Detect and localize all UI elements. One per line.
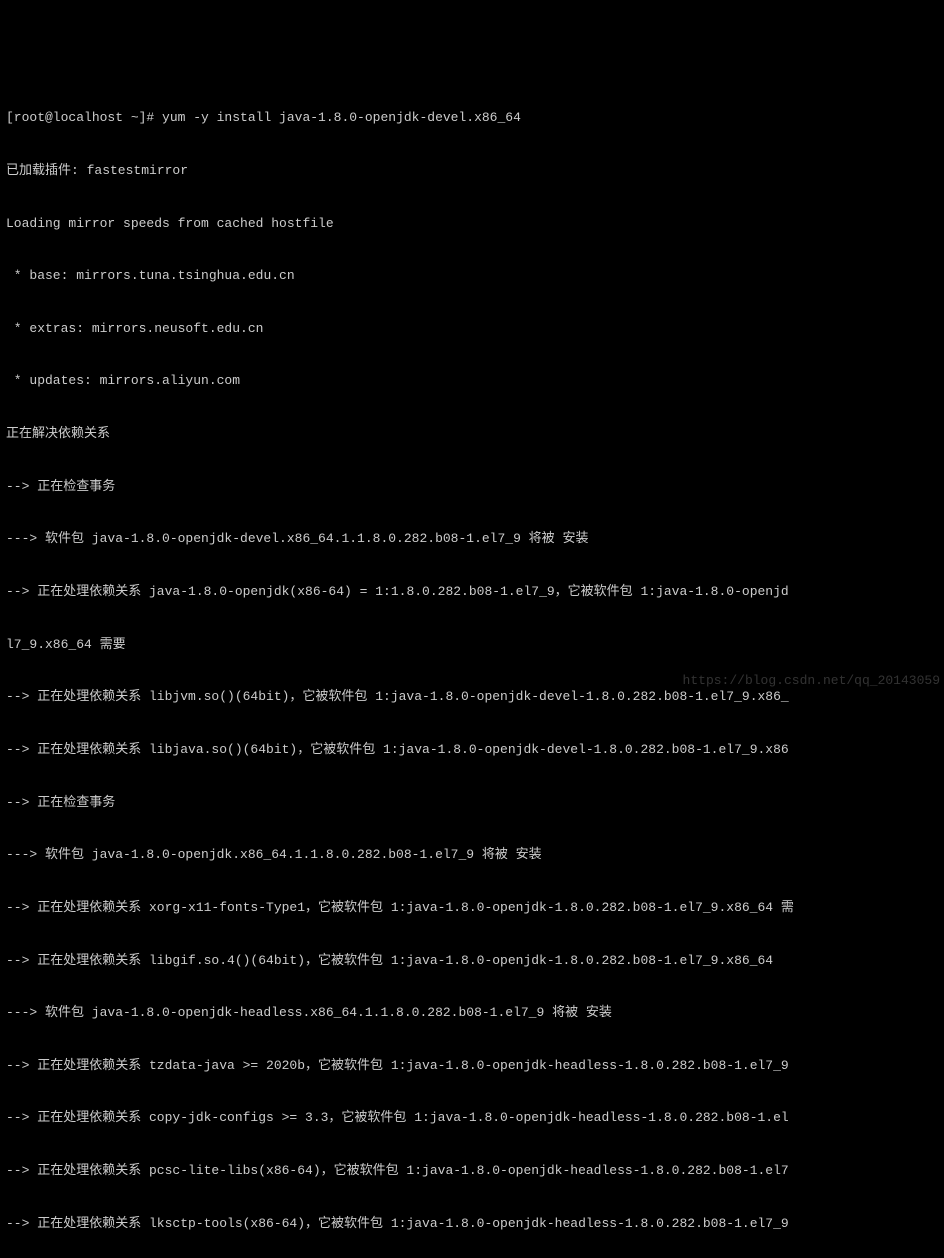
terminal-line: ---> 软件包 java-1.8.0-openjdk-devel.x86_64… — [6, 530, 944, 548]
terminal-line: --> 正在处理依赖关系 pcsc-lite-libs(x86-64)，它被软件… — [6, 1162, 944, 1180]
terminal-line: * updates: mirrors.aliyun.com — [6, 372, 944, 390]
terminal-line: --> 正在处理依赖关系 libjvm.so()(64bit)，它被软件包 1:… — [6, 688, 944, 706]
terminal-line: --> 正在处理依赖关系 java-1.8.0-openjdk(x86-64) … — [6, 583, 944, 601]
terminal-line: ---> 软件包 java-1.8.0-openjdk.x86_64.1.1.8… — [6, 846, 944, 864]
terminal-line: * extras: mirrors.neusoft.edu.cn — [6, 320, 944, 338]
terminal-line: l7_9.x86_64 需要 — [6, 636, 944, 654]
terminal-line: --> 正在检查事务 — [6, 478, 944, 496]
terminal-line: [root@localhost ~]# yum -y install java-… — [6, 109, 944, 127]
terminal-line: --> 正在处理依赖关系 tzdata-java >= 2020b，它被软件包 … — [6, 1057, 944, 1075]
watermark-text: https://blog.csdn.net/qq_20143059 — [683, 672, 940, 690]
terminal-line: --> 正在处理依赖关系 libgif.so.4()(64bit)，它被软件包 … — [6, 952, 944, 970]
terminal-line: --> 正在处理依赖关系 xorg-x11-fonts-Type1，它被软件包 … — [6, 899, 944, 917]
terminal-line: 正在解决依赖关系 — [6, 425, 944, 443]
terminal-line: --> 正在检查事务 — [6, 794, 944, 812]
terminal-line: --> 正在处理依赖关系 libjava.so()(64bit)，它被软件包 1… — [6, 741, 944, 759]
terminal-line: * base: mirrors.tuna.tsinghua.edu.cn — [6, 267, 944, 285]
terminal-line: --> 正在处理依赖关系 copy-jdk-configs >= 3.3，它被软… — [6, 1109, 944, 1127]
terminal-line: 已加载插件: fastestmirror — [6, 162, 944, 180]
terminal-window[interactable]: [root@localhost ~]# yum -y install java-… — [6, 74, 944, 703]
terminal-line: --> 正在处理依赖关系 lksctp-tools(x86-64)，它被软件包 … — [6, 1215, 944, 1233]
terminal-line: ---> 软件包 java-1.8.0-openjdk-headless.x86… — [6, 1004, 944, 1022]
terminal-line: Loading mirror speeds from cached hostfi… — [6, 215, 944, 233]
